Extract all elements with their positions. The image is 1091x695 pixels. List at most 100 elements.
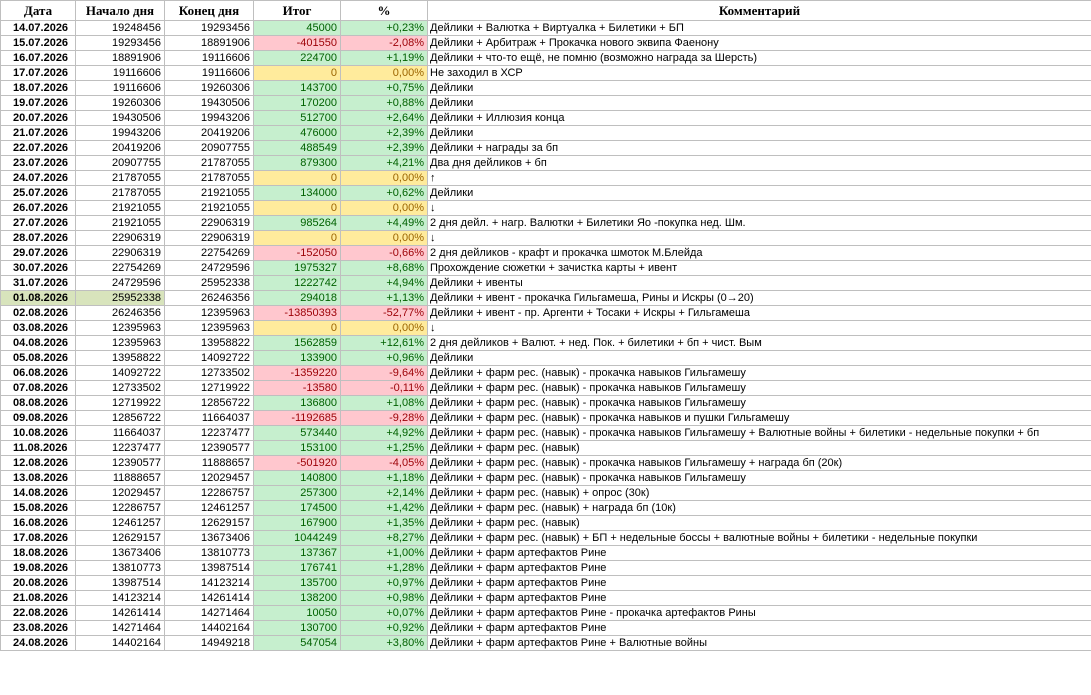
date-cell[interactable]: 08.08.2026 bbox=[0, 395, 76, 411]
day-end-cell[interactable]: 11664037 bbox=[164, 410, 254, 426]
day-start-cell[interactable]: 24729596 bbox=[75, 275, 165, 291]
percent-cell[interactable]: +1,18% bbox=[340, 470, 428, 486]
comment-cell[interactable]: Дейлики + фарм артефактов Рине bbox=[427, 620, 1091, 636]
day-start-cell[interactable]: 12395963 bbox=[75, 335, 165, 351]
percent-cell[interactable]: +1,08% bbox=[340, 395, 428, 411]
total-cell[interactable]: 133900 bbox=[253, 350, 341, 366]
total-cell[interactable]: -152050 bbox=[253, 245, 341, 261]
day-end-cell[interactable]: 12029457 bbox=[164, 470, 254, 486]
date-cell[interactable]: 30.07.2026 bbox=[0, 260, 76, 276]
comment-cell[interactable]: Дейлики + фарм рес. (навык) - прокачка н… bbox=[427, 380, 1091, 396]
total-cell[interactable]: 0 bbox=[253, 65, 341, 81]
day-end-cell[interactable]: 14261414 bbox=[164, 590, 254, 606]
day-end-cell[interactable]: 13958822 bbox=[164, 335, 254, 351]
day-start-cell[interactable]: 18891906 bbox=[75, 50, 165, 66]
day-end-cell[interactable]: 25952338 bbox=[164, 275, 254, 291]
total-cell[interactable]: 153100 bbox=[253, 440, 341, 456]
day-start-cell[interactable]: 19248456 bbox=[75, 20, 165, 36]
comment-cell[interactable]: Дейлики + Валютка + Виртуалка + Билетики… bbox=[427, 20, 1091, 36]
total-cell[interactable]: -401550 bbox=[253, 35, 341, 51]
date-cell[interactable]: 31.07.2026 bbox=[0, 275, 76, 291]
percent-cell[interactable]: +0,07% bbox=[340, 605, 428, 621]
header-day-end[interactable]: Конец дня bbox=[164, 0, 254, 21]
day-start-cell[interactable]: 13810773 bbox=[75, 560, 165, 576]
comment-cell[interactable]: Дейлики + фарм рес. (навык) + опрос (30к… bbox=[427, 485, 1091, 501]
percent-cell[interactable]: +1,42% bbox=[340, 500, 428, 516]
day-start-cell[interactable]: 12029457 bbox=[75, 485, 165, 501]
date-cell[interactable]: 20.07.2026 bbox=[0, 110, 76, 126]
total-cell[interactable]: 257300 bbox=[253, 485, 341, 501]
total-cell[interactable]: 176741 bbox=[253, 560, 341, 576]
total-cell[interactable]: 1975327 bbox=[253, 260, 341, 276]
day-start-cell[interactable]: 22906319 bbox=[75, 230, 165, 246]
total-cell[interactable]: 0 bbox=[253, 230, 341, 246]
day-start-cell[interactable]: 12237477 bbox=[75, 440, 165, 456]
comment-cell[interactable]: Дейлики bbox=[427, 185, 1091, 201]
day-end-cell[interactable]: 12390577 bbox=[164, 440, 254, 456]
day-end-cell[interactable]: 22754269 bbox=[164, 245, 254, 261]
date-cell[interactable]: 13.08.2026 bbox=[0, 470, 76, 486]
day-start-cell[interactable]: 21921055 bbox=[75, 200, 165, 216]
day-start-cell[interactable]: 21787055 bbox=[75, 185, 165, 201]
percent-cell[interactable]: +0,88% bbox=[340, 95, 428, 111]
date-cell[interactable]: 18.08.2026 bbox=[0, 545, 76, 561]
day-end-cell[interactable]: 12629157 bbox=[164, 515, 254, 531]
total-cell[interactable]: 573440 bbox=[253, 425, 341, 441]
date-cell[interactable]: 09.08.2026 bbox=[0, 410, 76, 426]
comment-cell[interactable]: Дейлики + Арбитраж + Прокачка нового экв… bbox=[427, 35, 1091, 51]
total-cell[interactable]: 512700 bbox=[253, 110, 341, 126]
comment-cell[interactable]: Дейлики + фарм рес. (навык) - прокачка н… bbox=[427, 410, 1091, 426]
day-end-cell[interactable]: 19116606 bbox=[164, 65, 254, 81]
comment-cell[interactable]: Дейлики + фарм артефактов Рине bbox=[427, 590, 1091, 606]
day-end-cell[interactable]: 24729596 bbox=[164, 260, 254, 276]
comment-cell[interactable]: 2 дня дейликов + Валют. + нед. Пок. + би… bbox=[427, 335, 1091, 351]
day-start-cell[interactable]: 13673406 bbox=[75, 545, 165, 561]
percent-cell[interactable]: -9,64% bbox=[340, 365, 428, 381]
day-end-cell[interactable]: 18891906 bbox=[164, 35, 254, 51]
date-cell[interactable]: 23.07.2026 bbox=[0, 155, 76, 171]
header-day-start[interactable]: Начало дня bbox=[75, 0, 165, 21]
total-cell[interactable]: 143700 bbox=[253, 80, 341, 96]
comment-cell[interactable]: Дейлики + ивенты bbox=[427, 275, 1091, 291]
day-start-cell[interactable]: 19430506 bbox=[75, 110, 165, 126]
total-cell[interactable]: 0 bbox=[253, 170, 341, 186]
day-start-cell[interactable]: 12856722 bbox=[75, 410, 165, 426]
total-cell[interactable]: -13580 bbox=[253, 380, 341, 396]
day-end-cell[interactable]: 14092722 bbox=[164, 350, 254, 366]
comment-cell[interactable]: Дейлики + фарм рес. (навык) - прокачка н… bbox=[427, 455, 1091, 471]
comment-cell[interactable]: ↓ bbox=[427, 200, 1091, 216]
percent-cell[interactable]: +0,96% bbox=[340, 350, 428, 366]
comment-cell[interactable]: Дейлики + фарм рес. (навык) - прокачка н… bbox=[427, 470, 1091, 486]
percent-cell[interactable]: -0,66% bbox=[340, 245, 428, 261]
day-end-cell[interactable]: 21787055 bbox=[164, 155, 254, 171]
comment-cell[interactable]: Дейлики + фарм артефактов Рине bbox=[427, 575, 1091, 591]
day-start-cell[interactable]: 14402164 bbox=[75, 635, 165, 651]
total-cell[interactable]: 224700 bbox=[253, 50, 341, 66]
percent-cell[interactable]: +0,92% bbox=[340, 620, 428, 636]
day-start-cell[interactable]: 14271464 bbox=[75, 620, 165, 636]
total-cell[interactable]: 134000 bbox=[253, 185, 341, 201]
date-cell[interactable]: 27.07.2026 bbox=[0, 215, 76, 231]
total-cell[interactable]: 170200 bbox=[253, 95, 341, 111]
date-cell[interactable]: 22.08.2026 bbox=[0, 605, 76, 621]
comment-cell[interactable]: ↓ bbox=[427, 320, 1091, 336]
comment-cell[interactable]: ↑ bbox=[427, 170, 1091, 186]
comment-cell[interactable]: 2 дня дейликов - крафт и прокачка шмоток… bbox=[427, 245, 1091, 261]
total-cell[interactable]: 136800 bbox=[253, 395, 341, 411]
day-start-cell[interactable]: 12461257 bbox=[75, 515, 165, 531]
percent-cell[interactable]: +1,19% bbox=[340, 50, 428, 66]
date-cell[interactable]: 26.07.2026 bbox=[0, 200, 76, 216]
comment-cell[interactable]: Дейлики + фарм рес. (навык) + награда бп… bbox=[427, 500, 1091, 516]
percent-cell[interactable]: +0,75% bbox=[340, 80, 428, 96]
percent-cell[interactable]: +4,49% bbox=[340, 215, 428, 231]
percent-cell[interactable]: 0,00% bbox=[340, 200, 428, 216]
total-cell[interactable]: -1359220 bbox=[253, 365, 341, 381]
total-cell[interactable]: -1192685 bbox=[253, 410, 341, 426]
percent-cell[interactable]: 0,00% bbox=[340, 320, 428, 336]
day-start-cell[interactable]: 13987514 bbox=[75, 575, 165, 591]
date-cell[interactable]: 17.07.2026 bbox=[0, 65, 76, 81]
percent-cell[interactable]: +8,27% bbox=[340, 530, 428, 546]
day-start-cell[interactable]: 22754269 bbox=[75, 260, 165, 276]
day-start-cell[interactable]: 22906319 bbox=[75, 245, 165, 261]
comment-cell[interactable]: Дейлики + ивент - пр. Аргенти + Тосаки +… bbox=[427, 305, 1091, 321]
